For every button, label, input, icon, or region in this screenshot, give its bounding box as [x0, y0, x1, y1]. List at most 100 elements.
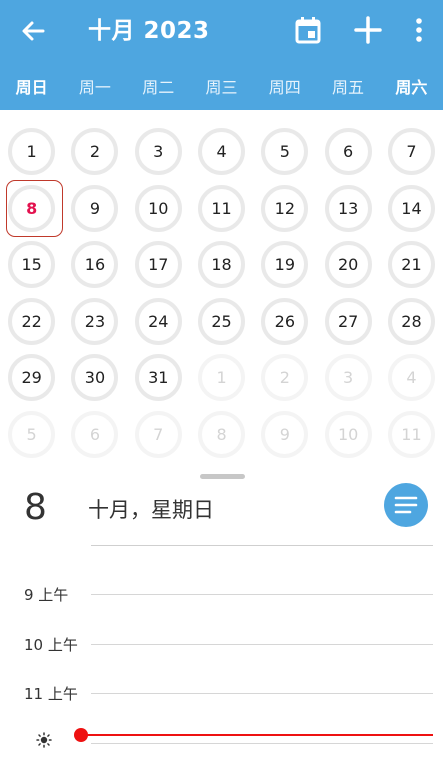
day-cell[interactable]: 19: [253, 237, 316, 294]
day-number: 9: [279, 424, 290, 444]
day-number: 21: [401, 255, 422, 274]
hour-label-11: 11 上午: [24, 685, 78, 703]
day-number: 1: [216, 368, 227, 387]
day-number: 28: [401, 311, 422, 331]
hour-line: [91, 693, 433, 694]
weekday-tue: 周二: [142, 78, 175, 97]
day-number: 27: [337, 311, 359, 331]
day-number: 8: [216, 424, 227, 444]
day-cell[interactable]: 10: [127, 181, 190, 238]
adjacent-month-day-cell[interactable]: 11: [380, 407, 443, 464]
more-vertical-icon[interactable]: [404, 13, 434, 47]
day-cell[interactable]: 21: [380, 237, 443, 294]
adjacent-month-day-cell[interactable]: 5: [0, 407, 63, 464]
day-number: 3: [343, 368, 354, 387]
day-cell[interactable]: 25: [190, 294, 253, 351]
day-cell[interactable]: 30: [63, 350, 126, 407]
day-cell[interactable]: 12: [253, 181, 316, 238]
weekday-wed: 周三: [205, 78, 238, 97]
hour-line: [91, 743, 433, 744]
day-number: 8: [26, 198, 38, 218]
adjacent-month-day-cell[interactable]: 3: [317, 350, 380, 407]
agenda-list-icon: [394, 496, 418, 514]
hour-line: [91, 644, 433, 645]
day-number: 5: [26, 424, 37, 444]
adjacent-month-day-cell[interactable]: 9: [253, 407, 316, 464]
plus-icon[interactable]: [351, 13, 385, 47]
day-cell[interactable]: 16: [63, 237, 126, 294]
day-cell[interactable]: 5: [253, 124, 316, 181]
day-number: 18: [211, 255, 232, 274]
day-number: 25: [211, 311, 232, 331]
day-cell[interactable]: 22: [0, 294, 63, 351]
day-number: 30: [84, 368, 106, 387]
day-cell[interactable]: 15: [0, 237, 63, 294]
day-cell[interactable]: 29: [0, 350, 63, 407]
day-cell[interactable]: 8: [0, 181, 63, 238]
day-number: 17: [148, 255, 169, 274]
adjacent-month-day-cell[interactable]: 6: [63, 407, 126, 464]
selected-date-label: 十月，星期日: [88, 498, 214, 522]
day-number: 4: [406, 368, 417, 387]
day-cell[interactable]: 28: [380, 294, 443, 351]
day-cell[interactable]: 6: [317, 124, 380, 181]
day-number: 14: [401, 198, 422, 218]
app-bar: 十月 2023 周日 周一 周二 周三 周四 周五 周六: [0, 0, 443, 110]
day-cell[interactable]: 13: [317, 181, 380, 238]
weekday-thu: 周四: [268, 78, 301, 97]
day-cell[interactable]: 20: [317, 237, 380, 294]
header-divider: [91, 545, 433, 546]
month-grid: 1 2 3 4 5 6 7 8 9 10 11 12 13 14 15 16 17 18 19 20 21 22 23 24 2…: [0, 124, 443, 464]
adjacent-month-day-cell[interactable]: 1: [190, 350, 253, 407]
day-number: 20: [337, 255, 359, 274]
day-cell[interactable]: 9: [63, 181, 126, 238]
day-number: 7: [153, 424, 164, 444]
day-number: 5: [279, 142, 290, 161]
day-cell[interactable]: 14: [380, 181, 443, 238]
day-number: 31: [148, 368, 169, 387]
day-number: 9: [89, 198, 101, 218]
day-number: 1: [26, 142, 37, 161]
weekday-sat: 周六: [395, 78, 428, 97]
weekday-mon: 周一: [78, 78, 111, 97]
day-cell[interactable]: 7: [380, 124, 443, 181]
day-number: 13: [337, 198, 359, 218]
day-number: 10: [148, 198, 169, 218]
day-cell[interactable]: 18: [190, 237, 253, 294]
adjacent-month-day-cell[interactable]: 7: [127, 407, 190, 464]
day-cell[interactable]: 2: [63, 124, 126, 181]
day-number: 29: [21, 368, 42, 387]
day-cell[interactable]: 24: [127, 294, 190, 351]
day-number: 10: [337, 424, 359, 444]
agenda-button[interactable]: [384, 483, 428, 527]
day-cell[interactable]: 26: [253, 294, 316, 351]
hour-label-10: 10 上午: [24, 636, 78, 654]
adjacent-month-day-cell[interactable]: 10: [317, 407, 380, 464]
drag-handle[interactable]: [200, 474, 245, 479]
adjacent-month-day-cell[interactable]: 2: [253, 350, 316, 407]
day-cell[interactable]: 1: [0, 124, 63, 181]
month-title[interactable]: 十月 2023: [88, 14, 210, 48]
arrow-left-icon[interactable]: [16, 14, 50, 48]
day-cell[interactable]: 27: [317, 294, 380, 351]
current-time-line: [82, 734, 433, 736]
day-cell[interactable]: 11: [190, 181, 253, 238]
day-cell[interactable]: 4: [190, 124, 253, 181]
day-cell[interactable]: 3: [127, 124, 190, 181]
adjacent-month-day-cell[interactable]: 4: [380, 350, 443, 407]
day-number: 11: [211, 198, 232, 218]
weekday-sun: 周日: [15, 78, 48, 97]
weekday-fri: 周五: [332, 78, 365, 97]
day-number: 11: [401, 424, 422, 444]
day-number: 3: [153, 142, 164, 161]
current-time-dot: [74, 728, 88, 742]
hour-label-9: 9 上午: [24, 586, 69, 604]
day-cell[interactable]: 31: [127, 350, 190, 407]
hour-line: [91, 594, 433, 595]
day-cell[interactable]: 23: [63, 294, 126, 351]
day-cell[interactable]: 17: [127, 237, 190, 294]
weekday-header: 周日 周一 周二 周三 周四 周五 周六: [0, 66, 443, 110]
calendar-today-icon[interactable]: [291, 13, 325, 47]
adjacent-month-day-cell[interactable]: 8: [190, 407, 253, 464]
day-number: 2: [279, 368, 290, 387]
